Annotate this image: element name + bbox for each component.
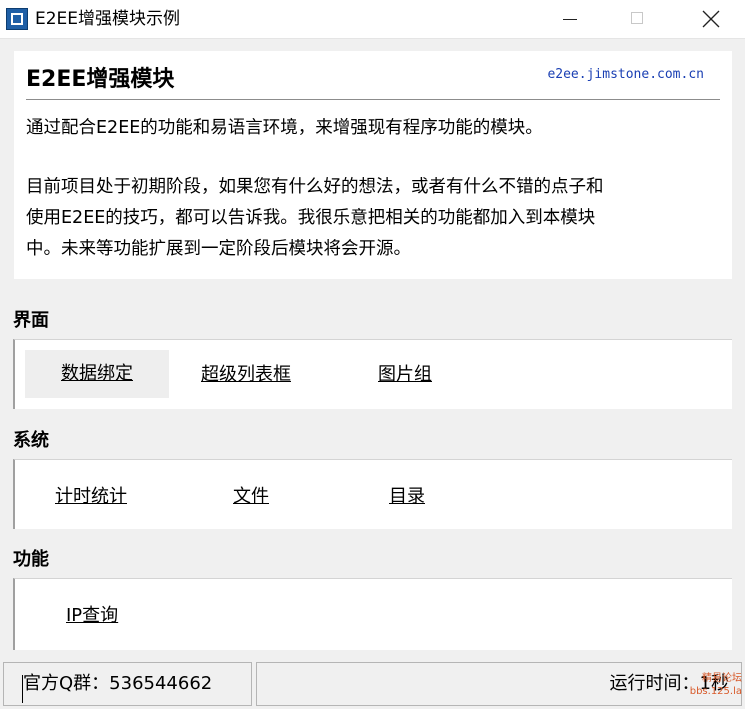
link-image-group[interactable]: 图片组 (378, 363, 432, 387)
status-cell-runtime: 运行时间：1秒 (256, 662, 742, 706)
minimize-icon (563, 19, 577, 20)
link-directory[interactable]: 目录 (389, 485, 425, 509)
minimize-button[interactable] (546, 0, 592, 38)
features-panel: IP查询 (13, 578, 732, 650)
window-title: E2EE增强模块示例 (35, 9, 181, 29)
close-icon (702, 10, 720, 28)
intro-line: 使用E2EE的技巧，都可以告诉我。我很乐意把相关的功能都加入到本模块 (26, 208, 596, 228)
link-ip-lookup[interactable]: IP查询 (66, 604, 118, 628)
intro-line: 目前项目处于初期阶段，如果您有什么好的想法，或者有什么不错的点子和 (26, 177, 604, 197)
ui-panel: 数据绑定 超级列表框 图片组 (13, 339, 732, 409)
title-divider (26, 99, 720, 100)
watermark-line: bbs.125.la (689, 686, 742, 697)
link-file[interactable]: 文件 (233, 485, 269, 509)
close-button[interactable] (686, 0, 732, 38)
section-label-system: 系统 (13, 430, 49, 451)
maximize-button[interactable] (614, 0, 660, 38)
maximize-icon (631, 12, 643, 24)
intro-line: 中。未来等功能扩展到一定阶段后模块将会开源。 (26, 239, 411, 259)
qq-group-text: 官方Q群：536544662 (23, 673, 213, 694)
intro-paragraph: 通过配合E2EE的功能和易语言环境，来增强现有程序功能的模块。 (26, 118, 543, 138)
link-super-listbox[interactable]: 超级列表框 (201, 363, 291, 387)
section-label-features: 功能 (13, 549, 49, 570)
app-icon (6, 8, 28, 30)
intro-title: E2EE增强模块 (26, 67, 175, 92)
intro-description: 通过配合E2EE的功能和易语言环境，来增强现有程序功能的模块。 目前项目处于初期… (26, 113, 726, 265)
intro-panel: E2EE增强模块 e2ee.jimstone.com.cn 通过配合E2EE的功… (14, 51, 732, 279)
system-panel: 计时统计 文件 目录 (13, 459, 732, 529)
link-data-binding[interactable]: 数据绑定 (25, 350, 169, 398)
link-data-binding-label: 数据绑定 (61, 363, 133, 384)
status-bar: 官方Q群：536544662 运行时间：1秒 (0, 660, 745, 709)
website-link[interactable]: e2ee.jimstone.com.cn (547, 67, 704, 82)
section-label-ui: 界面 (13, 310, 49, 331)
watermark: 精易论坛 bbs.125.la (672, 672, 742, 702)
title-bar: E2EE增强模块示例 (0, 0, 745, 39)
link-timer-stats[interactable]: 计时统计 (55, 485, 127, 509)
status-cell-qq: 官方Q群：536544662 (3, 662, 252, 706)
watermark-line: 精易论坛 (702, 673, 742, 684)
